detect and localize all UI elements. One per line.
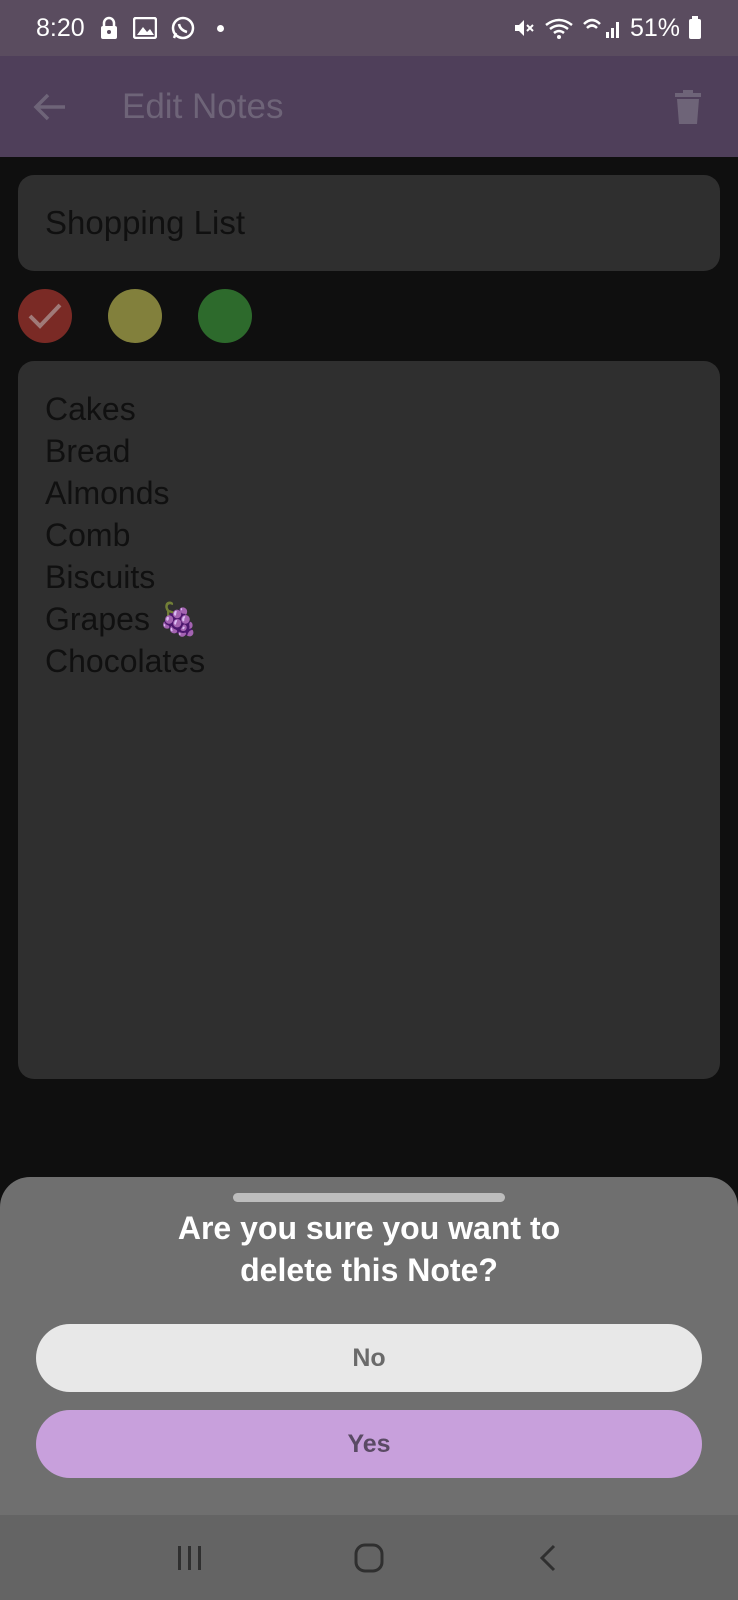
wifi-icon bbox=[544, 16, 574, 40]
note-line: Grapes 🍇 bbox=[45, 601, 199, 637]
home-icon bbox=[354, 1543, 384, 1572]
call-signal-icon bbox=[582, 16, 622, 40]
delete-confirm-sheet: Are you sure you want to delete this Not… bbox=[0, 1177, 738, 1515]
lock-icon bbox=[99, 16, 119, 40]
color-swatch-red[interactable] bbox=[18, 289, 72, 343]
check-icon bbox=[28, 303, 62, 329]
note-line: Bread bbox=[45, 433, 131, 469]
note-body-input[interactable]: Cakes Bread Almonds Comb Biscuits Grapes… bbox=[18, 361, 720, 1079]
app-bar: Edit Notes bbox=[0, 56, 738, 157]
nav-back-button[interactable] bbox=[518, 1528, 578, 1588]
dialog-message: Are you sure you want to delete this Not… bbox=[177, 1210, 561, 1288]
notification-dot bbox=[216, 24, 224, 32]
home-button[interactable] bbox=[339, 1528, 399, 1588]
status-right: 51% bbox=[512, 14, 702, 43]
note-title-input[interactable]: Shopping List bbox=[18, 175, 720, 271]
note-line: Comb bbox=[45, 517, 131, 553]
battery-icon bbox=[688, 16, 702, 40]
image-icon bbox=[132, 17, 157, 39]
delete-button[interactable] bbox=[668, 85, 708, 129]
trash-icon bbox=[675, 89, 701, 124]
page-title: Edit Notes bbox=[122, 86, 284, 126]
whatsapp-icon bbox=[171, 16, 195, 40]
note-line: Almonds bbox=[45, 475, 170, 511]
note-line: Chocolates bbox=[45, 643, 206, 679]
no-button[interactable]: No bbox=[36, 1324, 702, 1392]
sheet-drag-handle[interactable] bbox=[233, 1193, 505, 1202]
mute-icon bbox=[512, 16, 536, 40]
recents-button[interactable] bbox=[160, 1528, 220, 1588]
status-time: 8:20 bbox=[36, 13, 85, 42]
system-nav-bar bbox=[0, 1515, 738, 1600]
color-swatch-green[interactable] bbox=[198, 289, 252, 343]
recents-icon bbox=[177, 1545, 201, 1570]
back-icon bbox=[540, 1544, 556, 1571]
arrow-left-icon bbox=[33, 93, 65, 120]
status-left: 8:20 bbox=[36, 14, 224, 43]
note-line: Cakes bbox=[45, 391, 136, 427]
yes-button[interactable]: Yes bbox=[36, 1410, 702, 1478]
back-button[interactable] bbox=[30, 87, 70, 127]
status-bar: 8:20 51% bbox=[0, 0, 738, 56]
color-swatch-yellow[interactable] bbox=[108, 289, 162, 343]
note-line: Biscuits bbox=[45, 559, 156, 595]
battery-percent: 51% bbox=[629, 13, 680, 42]
